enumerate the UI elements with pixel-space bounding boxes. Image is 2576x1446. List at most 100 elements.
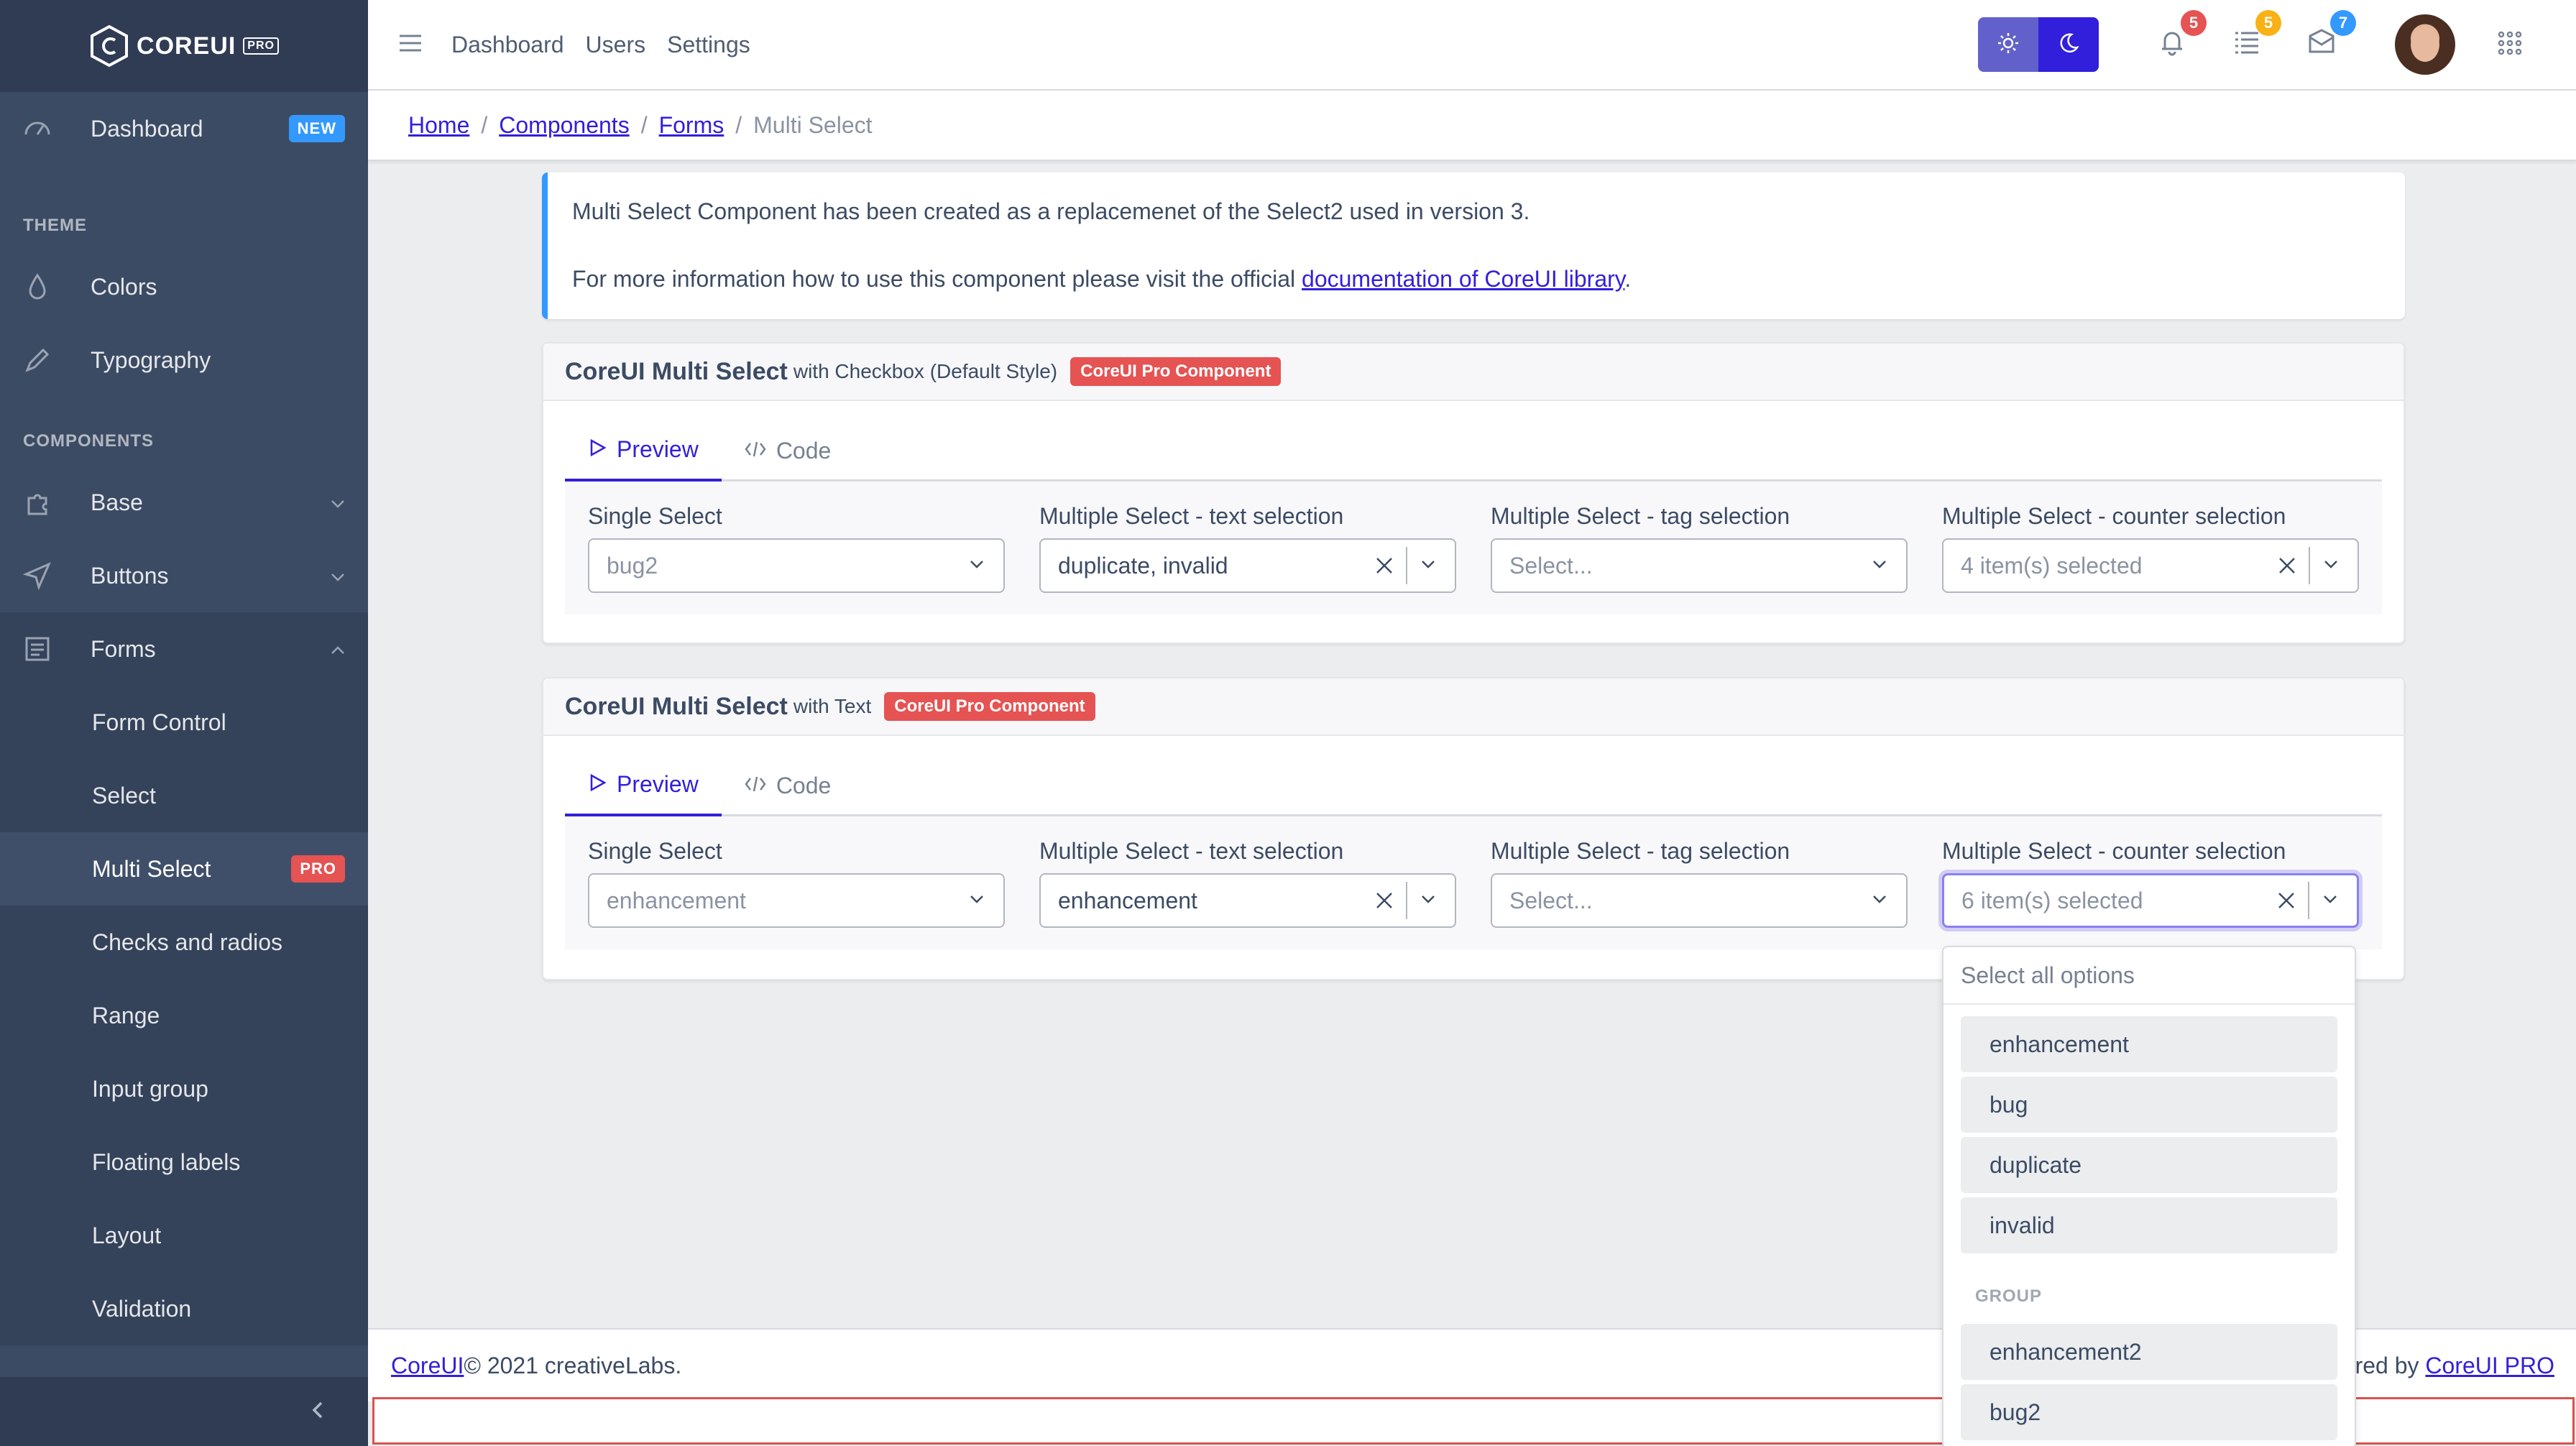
footer-pro-link[interactable]: CoreUI PRO: [2425, 1353, 2554, 1378]
new-badge: NEW: [288, 115, 345, 142]
chevron-down-icon[interactable]: [2321, 888, 2340, 914]
tag-selection-select[interactable]: Select...: [1491, 873, 1908, 928]
card-title: CoreUI Multi Select: [565, 357, 788, 385]
avatar[interactable]: [2395, 14, 2455, 75]
bell-icon: [2158, 27, 2186, 60]
documentation-link[interactable]: documentation of CoreUI library: [1302, 266, 1624, 292]
select-value: duplicate, invalid: [1058, 552, 1228, 579]
option-enhancement2[interactable]: enhancement2: [1961, 1324, 2337, 1380]
tab-preview[interactable]: Preview: [565, 755, 722, 816]
sidebar-item-colors[interactable]: Colors: [0, 250, 368, 323]
text-selection-select[interactable]: duplicate, invalid: [1039, 538, 1456, 593]
clear-icon[interactable]: [1374, 556, 1394, 576]
moon-icon: [2057, 32, 2080, 58]
chevron-down-icon[interactable]: [2322, 553, 2340, 579]
sidebar-item-select[interactable]: Select: [0, 759, 368, 832]
tasks-button[interactable]: 5: [2228, 10, 2281, 62]
card-header: CoreUI Multi Select with Text CoreUI Pro…: [543, 678, 2404, 736]
card-subtitle: with Text: [793, 695, 872, 717]
chevron-down-icon[interactable]: [1419, 553, 1438, 579]
field-label: Multiple Select - text selection: [1039, 503, 1344, 529]
list-icon: [2232, 27, 2261, 60]
messages-button[interactable]: 7: [2303, 10, 2356, 62]
tag-selection-select[interactable]: Select...: [1491, 538, 1908, 593]
option-enhancement[interactable]: enhancement: [1961, 1016, 2337, 1072]
card-header: CoreUI Multi Select with Checkbox (Defau…: [543, 344, 2404, 401]
divider: [2309, 547, 2310, 584]
menu-icon[interactable]: [398, 33, 423, 57]
select-all-options[interactable]: Select all options: [1944, 947, 2355, 1005]
tab-code[interactable]: Code: [722, 755, 855, 816]
counter-selection-select[interactable]: 4 item(s) selected: [1942, 538, 2359, 593]
sidebar-group-forms: Forms Form Control Select Multi Select P…: [0, 612, 368, 1345]
tab-label: Code: [776, 437, 832, 464]
sidebar-item-label: Dashboard: [91, 115, 203, 142]
header-nav-dashboard[interactable]: Dashboard: [451, 32, 564, 58]
clear-icon[interactable]: [2277, 556, 2297, 576]
breadcrumb: Home / Components / Forms / Multi Select: [368, 91, 2576, 161]
option-invalid[interactable]: invalid: [1961, 1197, 2337, 1253]
sidebar-item-buttons[interactable]: Buttons: [0, 539, 368, 612]
counter-selection-select[interactable]: 6 item(s) selected: [1942, 873, 2359, 928]
tabs: Preview Code: [565, 420, 2382, 482]
multi-select-dropdown: Select all options enhancement bug dupli…: [1942, 946, 2356, 1446]
chevron-down-icon: [967, 553, 986, 579]
sidebar-item-forms[interactable]: Forms: [0, 612, 368, 686]
sidebar-item-floating-labels[interactable]: Floating labels: [0, 1125, 368, 1199]
sidebar-item-input-group[interactable]: Input group: [0, 1052, 368, 1125]
brand[interactable]: COREUI PRO: [0, 0, 368, 92]
callout-text: .: [1624, 266, 1632, 292]
breadcrumb-components[interactable]: Components: [499, 112, 629, 139]
breadcrumb-separator: /: [735, 111, 742, 138]
breadcrumb-home[interactable]: Home: [408, 112, 469, 139]
dark-theme-button[interactable]: [2038, 17, 2099, 72]
option-bug[interactable]: bug: [1961, 1077, 2337, 1133]
sidebar-toggler[interactable]: [0, 1377, 368, 1446]
header: Dashboard Users Settings 5 5 7: [368, 0, 2576, 91]
light-theme-button[interactable]: [1978, 17, 2038, 72]
chevron-down-icon[interactable]: [1419, 888, 1438, 914]
tab-code[interactable]: Code: [722, 420, 855, 482]
footer-powered-by: red by CoreUI PRO: [2355, 1353, 2554, 1379]
sidebar: COREUI PRO Dashboard NEW THEME Colors Ty…: [0, 0, 368, 1446]
single-select-field: Single Select bug2: [588, 503, 1005, 593]
field-label: Single Select: [588, 503, 722, 529]
play-icon: [588, 771, 607, 798]
apps-grid-icon[interactable]: [2496, 29, 2524, 61]
card-subtitle: with Checkbox (Default Style): [793, 360, 1058, 382]
field-label: Multiple Select - tag selection: [1491, 838, 1790, 864]
header-nav-users[interactable]: Users: [586, 32, 646, 58]
sidebar-item-multi-select[interactable]: Multi Select PRO: [0, 832, 368, 906]
sidebar-item-dashboard[interactable]: Dashboard NEW: [0, 92, 368, 165]
sidebar-item-label: Forms: [91, 635, 156, 662]
sidebar-item-validation[interactable]: Validation: [0, 1272, 368, 1345]
sidebar-item-typography[interactable]: Typography: [0, 323, 368, 397]
select-value: enhancement: [1058, 887, 1197, 913]
text-selection-select[interactable]: enhancement: [1039, 873, 1456, 928]
option-bug2[interactable]: bug2: [1961, 1384, 2337, 1440]
preview-panel: Single Select enhancement Multiple Selec…: [565, 816, 2382, 949]
sidebar-item-range[interactable]: Range: [0, 979, 368, 1052]
sidebar-item-layout[interactable]: Layout: [0, 1199, 368, 1272]
tab-preview[interactable]: Preview: [565, 420, 722, 482]
clear-icon[interactable]: [2276, 890, 2296, 911]
play-icon: [588, 436, 607, 463]
field-label: Multiple Select - counter selection: [1942, 503, 2286, 529]
notifications-button[interactable]: 5: [2153, 10, 2207, 62]
clear-icon[interactable]: [1374, 890, 1394, 911]
sidebar-item-checks-and-radios[interactable]: Checks and radios: [0, 906, 368, 979]
callout-text: For more information how to use this com…: [572, 266, 1302, 292]
single-select[interactable]: enhancement: [588, 873, 1005, 928]
sidebar-item-base[interactable]: Base: [0, 466, 368, 539]
code-icon: [745, 773, 766, 799]
nav-title-components: COMPONENTS: [23, 431, 155, 451]
option-duplicate[interactable]: duplicate: [1961, 1137, 2337, 1193]
breadcrumb-forms[interactable]: Forms: [659, 112, 724, 139]
single-select[interactable]: bug2: [588, 538, 1005, 593]
header-nav-settings[interactable]: Settings: [667, 32, 750, 58]
sidebar-item-form-control[interactable]: Form Control: [0, 686, 368, 759]
sidebar-item-label: Base: [91, 489, 143, 515]
sun-icon: [1997, 32, 2020, 58]
pro-badge: PRO: [291, 855, 345, 883]
footer-brand-link[interactable]: CoreUI: [391, 1353, 464, 1379]
